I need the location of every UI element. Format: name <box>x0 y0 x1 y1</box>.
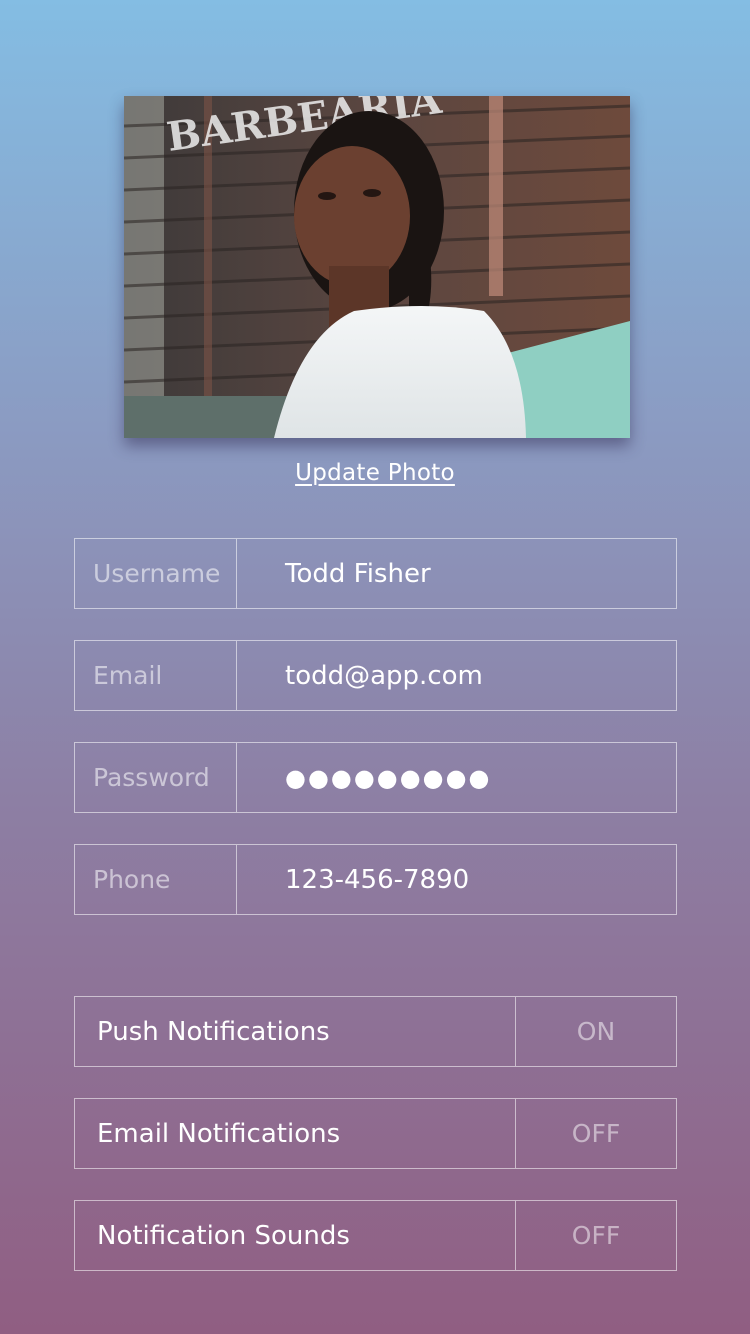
email-notifications-row: Email Notifications OFF <box>74 1098 677 1169</box>
username-field[interactable]: Username Todd Fisher <box>74 538 677 609</box>
push-notifications-toggle[interactable]: ON <box>515 997 676 1066</box>
username-label: Username <box>75 539 237 608</box>
profile-photo: BARBEARIA <box>124 96 630 438</box>
username-input[interactable]: Todd Fisher <box>237 539 676 608</box>
email-notifications-toggle[interactable]: OFF <box>515 1099 676 1168</box>
push-notifications-row: Push Notifications ON <box>74 996 677 1067</box>
notification-sounds-row: Notification Sounds OFF <box>74 1200 677 1271</box>
phone-field[interactable]: Phone 123-456-7890 <box>74 844 677 915</box>
password-label: Password <box>75 743 237 812</box>
push-notifications-label: Push Notifications <box>97 1016 330 1047</box>
update-photo-link[interactable]: Update Photo <box>0 460 750 486</box>
password-field[interactable]: Password ●●●●●●●●● <box>74 742 677 813</box>
email-label: Email <box>75 641 237 710</box>
notification-sounds-label: Notification Sounds <box>97 1220 350 1251</box>
email-input[interactable]: todd@app.com <box>237 641 676 710</box>
phone-label: Phone <box>75 845 237 914</box>
password-input[interactable]: ●●●●●●●●● <box>237 743 676 812</box>
email-notifications-label: Email Notifications <box>97 1118 341 1149</box>
phone-input[interactable]: 123-456-7890 <box>237 845 676 914</box>
profile-settings-screen: BARBEARIA Update Photo Username Todd Fis… <box>0 0 750 1334</box>
notification-sounds-toggle[interactable]: OFF <box>515 1201 676 1270</box>
email-field[interactable]: Email todd@app.com <box>74 640 677 711</box>
